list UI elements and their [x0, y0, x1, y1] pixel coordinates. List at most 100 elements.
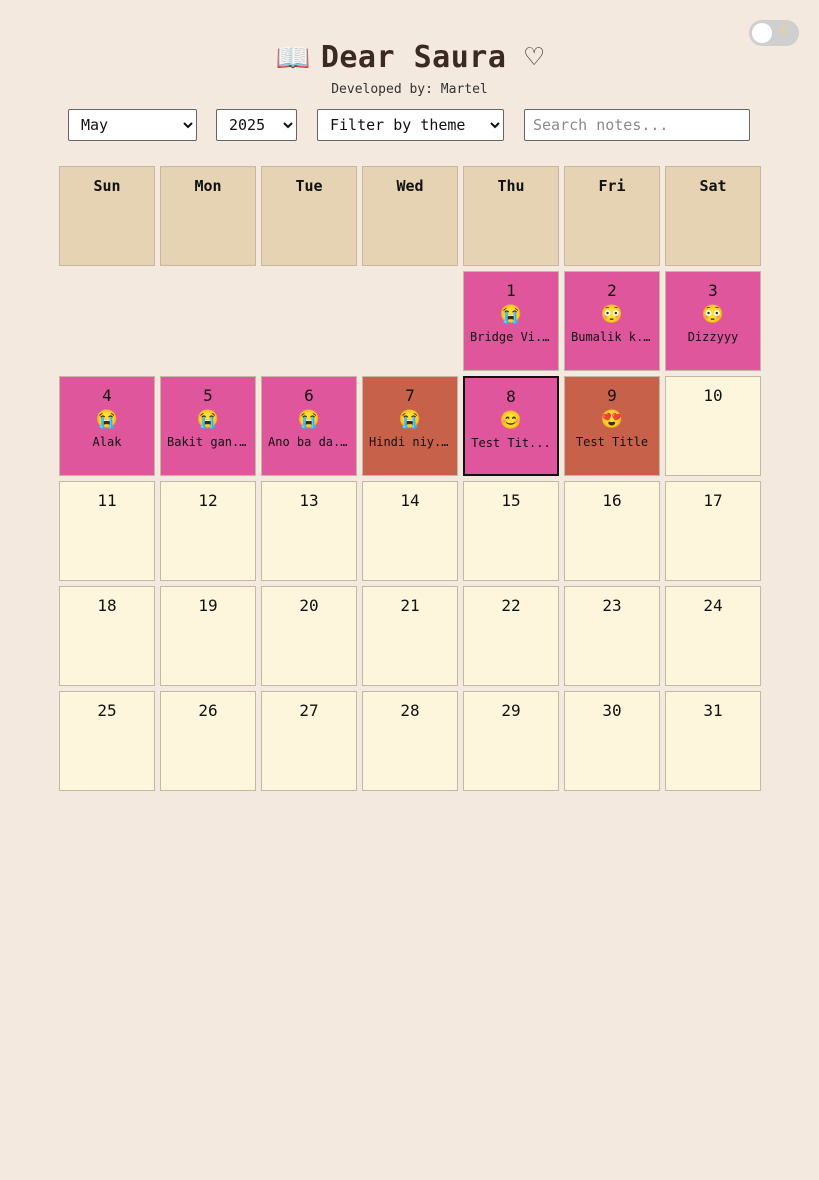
day-cell[interactable]: 22 [463, 586, 559, 686]
note-title: Bumalik k... [571, 330, 658, 344]
theme-filter-select[interactable]: Filter by theme [317, 109, 504, 141]
day-cell[interactable]: 5 😭 Bakit gan... [160, 376, 256, 476]
moon-icon: ☾ [780, 23, 789, 39]
day-number: 4 [102, 386, 112, 405]
day-number: 14 [400, 491, 420, 510]
day-number: 19 [198, 596, 218, 615]
page-header: 📖 Dear Saura ♡ Developed by: Martel [0, 0, 819, 97]
day-cell[interactable]: 10 [665, 376, 761, 476]
day-number: 27 [299, 701, 319, 720]
day-cell[interactable]: 11 [59, 481, 155, 581]
day-cell[interactable]: 20 [261, 586, 357, 686]
day-number: 20 [299, 596, 319, 615]
day-cell[interactable]: 29 [463, 691, 559, 791]
mood-emoji-icon: 😭 [499, 304, 523, 325]
mood-emoji-icon: 😳 [600, 304, 624, 325]
weekday-header: Mon [160, 166, 256, 266]
day-cell[interactable]: 26 [160, 691, 256, 791]
day-number: 29 [501, 701, 521, 720]
mood-emoji-icon: 😍 [600, 409, 624, 430]
mood-emoji-icon: 😳 [701, 304, 725, 325]
day-number: 1 [506, 281, 516, 300]
mood-emoji-icon: 😭 [297, 409, 321, 430]
note-title: Bridge Vi... [470, 330, 557, 344]
dark-mode-toggle[interactable]: ☾ [749, 20, 799, 46]
month-select[interactable]: May [68, 109, 197, 141]
mood-emoji-icon: 😭 [95, 409, 119, 430]
day-number: 16 [602, 491, 622, 510]
day-number: 15 [501, 491, 521, 510]
day-cell[interactable]: 3 😳 Dizzyyy [665, 271, 761, 371]
day-number: 8 [506, 387, 516, 406]
day-cell[interactable]: 18 [59, 586, 155, 686]
day-number: 25 [97, 701, 117, 720]
day-number: 13 [299, 491, 319, 510]
day-number: 3 [708, 281, 718, 300]
weekday-header: Wed [362, 166, 458, 266]
year-select[interactable]: 2025 [216, 109, 297, 141]
day-cell[interactable]: 30 [564, 691, 660, 791]
title-text: Dear Saura ♡ [320, 40, 544, 75]
day-cell[interactable]: 14 [362, 481, 458, 581]
day-number: 23 [602, 596, 622, 615]
day-cell[interactable]: 1 😭 Bridge Vi... [463, 271, 559, 371]
toggle-knob [752, 23, 772, 43]
day-cell[interactable]: 13 [261, 481, 357, 581]
weekday-header: Fri [564, 166, 660, 266]
day-number: 21 [400, 596, 420, 615]
weekday-header: Tue [261, 166, 357, 266]
day-number: 10 [703, 386, 723, 405]
day-cell[interactable]: 7 😭 Hindi niy... [362, 376, 458, 476]
empty-cell [160, 271, 256, 371]
day-number: 12 [198, 491, 218, 510]
mood-emoji-icon: 😊 [499, 410, 523, 431]
day-number: 2 [607, 281, 617, 300]
day-number: 18 [97, 596, 117, 615]
note-title: Dizzyyy [687, 330, 739, 344]
day-number: 6 [304, 386, 314, 405]
day-number: 17 [703, 491, 723, 510]
day-cell[interactable]: 25 [59, 691, 155, 791]
day-cell[interactable]: 9 😍 Test Title [564, 376, 660, 476]
controls-bar: May 2025 Filter by theme [0, 109, 819, 141]
day-cell[interactable]: 21 [362, 586, 458, 686]
day-number: 30 [602, 701, 622, 720]
day-cell[interactable]: 6 😭 Ano ba da... [261, 376, 357, 476]
empty-cell [261, 271, 357, 371]
note-title: Hindi niy... [369, 435, 456, 449]
day-cell[interactable]: 15 [463, 481, 559, 581]
day-cell[interactable]: 17 [665, 481, 761, 581]
day-cell[interactable]: 27 [261, 691, 357, 791]
mood-emoji-icon: 😭 [196, 409, 220, 430]
day-cell[interactable]: 23 [564, 586, 660, 686]
page-title: 📖 Dear Saura ♡ [0, 40, 819, 76]
day-number: 31 [703, 701, 723, 720]
day-number: 5 [203, 386, 213, 405]
search-notes-input[interactable] [524, 109, 750, 141]
note-title: Test Title [575, 435, 649, 449]
day-number: 28 [400, 701, 420, 720]
day-cell[interactable]: 4 😭 Alak [59, 376, 155, 476]
day-cell[interactable]: 28 [362, 691, 458, 791]
note-title: Alak [92, 435, 122, 449]
note-title: Test Tit... [471, 436, 551, 450]
day-cell[interactable]: 19 [160, 586, 256, 686]
empty-cell [59, 271, 155, 371]
day-cell[interactable]: 12 [160, 481, 256, 581]
note-title: Ano ba da... [268, 435, 355, 449]
day-number: 9 [607, 386, 617, 405]
day-cell[interactable]: 31 [665, 691, 761, 791]
weekday-header: Thu [463, 166, 559, 266]
day-cell[interactable]: 16 [564, 481, 660, 581]
day-number: 26 [198, 701, 218, 720]
day-number: 11 [97, 491, 117, 510]
day-cell[interactable]: 8 😊 Test Tit... [463, 376, 559, 476]
day-cell[interactable]: 2 😳 Bumalik k... [564, 271, 660, 371]
mood-emoji-icon: 😭 [398, 409, 422, 430]
day-number: 24 [703, 596, 723, 615]
weekday-header: Sat [665, 166, 761, 266]
calendar-grid: Sun Mon Tue Wed Thu Fri Sat 1 😭 Bridge Vi... 2 😳 Bum… [59, 166, 761, 791]
day-cell[interactable]: 24 [665, 586, 761, 686]
day-number: 7 [405, 386, 415, 405]
empty-cell [362, 271, 458, 371]
